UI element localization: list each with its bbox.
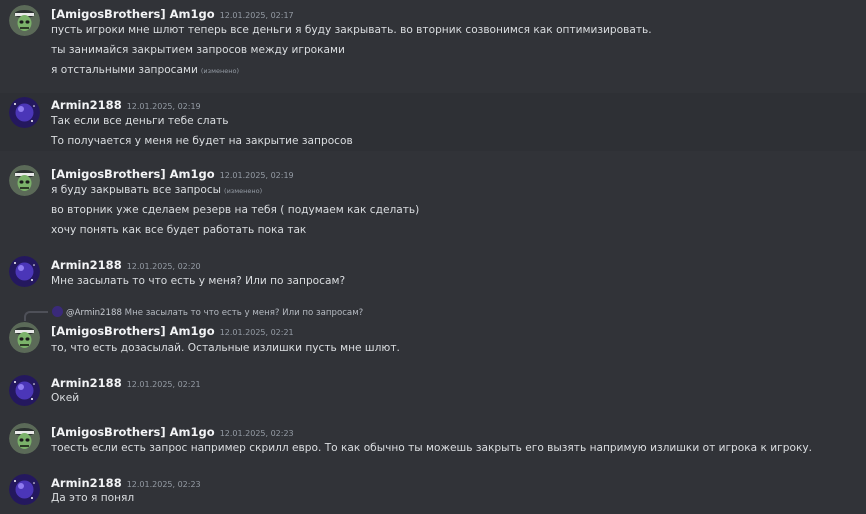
chat-message-list: [AmigosBrothers] Am1go 12.01.2025, 02:17 … bbox=[0, 0, 866, 514]
message-header: Armin2188 12.01.2025, 02:19 bbox=[51, 97, 201, 114]
message-group: [AmigosBrothers] Am1go 12.01.2025, 02:19 … bbox=[0, 160, 866, 242]
avatar[interactable] bbox=[9, 423, 40, 454]
author-name[interactable]: [AmigosBrothers] Am1go bbox=[51, 425, 215, 439]
avatar[interactable] bbox=[9, 322, 40, 353]
alien-avatar-icon bbox=[9, 322, 40, 353]
space-avatar-icon bbox=[9, 474, 40, 505]
timestamp: 12.01.2025, 02:19 bbox=[126, 102, 201, 111]
message-header: Armin2188 12.01.2025, 02:23 bbox=[51, 475, 201, 492]
space-avatar-icon bbox=[9, 256, 40, 287]
author-name[interactable]: [AmigosBrothers] Am1go bbox=[51, 7, 215, 21]
timestamp: 12.01.2025, 02:23 bbox=[219, 429, 294, 438]
alien-avatar-icon bbox=[9, 5, 40, 36]
message-header: [AmigosBrothers] Am1go 12.01.2025, 02:19 bbox=[51, 166, 294, 183]
message-text-edited: я отстальными запросами (изменено) bbox=[51, 63, 239, 78]
edited-label: (изменено) bbox=[224, 187, 263, 195]
author-name[interactable]: Armin2188 bbox=[51, 376, 122, 390]
author-name[interactable]: [AmigosBrothers] Am1go bbox=[51, 324, 215, 338]
message-header: Armin2188 12.01.2025, 02:20 bbox=[51, 257, 201, 274]
author-name[interactable]: Armin2188 bbox=[51, 98, 122, 112]
reply-author: @Armin2188 bbox=[66, 308, 122, 318]
timestamp: 12.01.2025, 02:19 bbox=[219, 171, 294, 180]
message-text: я буду закрывать все запросы bbox=[51, 184, 222, 196]
message-text: во вторник уже сделаем резерв на тебя ( … bbox=[51, 204, 420, 216]
reply-text: Мне засылать то что есть у меня? Или по … bbox=[124, 308, 364, 318]
message-text: то, что есть дозасылай. Остальные излишк… bbox=[51, 342, 400, 354]
avatar[interactable] bbox=[9, 5, 40, 36]
message-text: тоесть если есть запрос например скрилл … bbox=[51, 442, 812, 454]
message-header: [AmigosBrothers] Am1go 12.01.2025, 02:17 bbox=[51, 6, 294, 23]
timestamp: 12.01.2025, 02:17 bbox=[219, 11, 294, 20]
message-text: Окей bbox=[51, 392, 80, 404]
space-avatar-icon bbox=[9, 97, 40, 128]
timestamp: 12.01.2025, 02:21 bbox=[126, 380, 201, 389]
message-text: я отстальными запросами bbox=[51, 64, 198, 76]
avatar[interactable] bbox=[9, 375, 40, 406]
avatar[interactable] bbox=[9, 256, 40, 287]
message-group: [AmigosBrothers] Am1go 12.01.2025, 02:23 … bbox=[0, 419, 866, 463]
author-name[interactable]: Armin2188 bbox=[51, 258, 122, 272]
message-group: Armin2188 12.01.2025, 02:21 Окей bbox=[0, 370, 866, 414]
message-header: Armin2188 12.01.2025, 02:21 bbox=[51, 375, 201, 392]
alien-avatar-icon bbox=[9, 165, 40, 196]
avatar[interactable] bbox=[9, 474, 40, 505]
message-header: [AmigosBrothers] Am1go 12.01.2025, 02:21 bbox=[51, 323, 294, 340]
author-name[interactable]: Armin2188 bbox=[51, 476, 122, 490]
message-group: Armin2188 12.01.2025, 02:19 Так если все … bbox=[0, 93, 866, 151]
reply-connector bbox=[24, 311, 48, 321]
message-text: Так если все деньги тебе слать bbox=[51, 115, 229, 127]
message-text: пусть игроки мне шлют теперь все деньги … bbox=[51, 24, 652, 36]
message-text-edited: я буду закрывать все запросы (изменено) bbox=[51, 183, 262, 198]
message-text: То получается у меня не будет на закрыти… bbox=[51, 135, 353, 147]
space-avatar-icon bbox=[9, 375, 40, 406]
message-group: [AmigosBrothers] Am1go 12.01.2025, 02:17 … bbox=[0, 0, 866, 90]
timestamp: 12.01.2025, 02:23 bbox=[126, 480, 201, 489]
message-group: Armin2188 12.01.2025, 02:20 Мне засылать … bbox=[0, 252, 866, 292]
timestamp: 12.01.2025, 02:21 bbox=[219, 328, 294, 337]
reply-avatar bbox=[52, 306, 63, 317]
message-group: @Armin2188 Мне засылать то что есть у ме… bbox=[0, 302, 866, 362]
message-header: [AmigosBrothers] Am1go 12.01.2025, 02:23 bbox=[51, 424, 294, 441]
message-group: Armin2188 12.01.2025, 02:23 Да это я поня… bbox=[0, 470, 866, 514]
message-text: Мне засылать то что есть у меня? Или по … bbox=[51, 275, 346, 287]
message-text: хочу понять как все будет работать пока … bbox=[51, 224, 307, 236]
avatar[interactable] bbox=[9, 97, 40, 128]
edited-label: (изменено) bbox=[200, 67, 240, 75]
alien-avatar-icon bbox=[9, 423, 40, 454]
author-name[interactable]: [AmigosBrothers] Am1go bbox=[51, 167, 215, 181]
avatar[interactable] bbox=[9, 165, 40, 196]
reply-preview[interactable]: @Armin2188 Мне засылать то что есть у ме… bbox=[52, 306, 363, 319]
timestamp: 12.01.2025, 02:20 bbox=[126, 262, 201, 271]
message-text: Да это я понял bbox=[51, 492, 135, 504]
message-text: ты занимайся закрытием запросов между иг… bbox=[51, 44, 345, 56]
